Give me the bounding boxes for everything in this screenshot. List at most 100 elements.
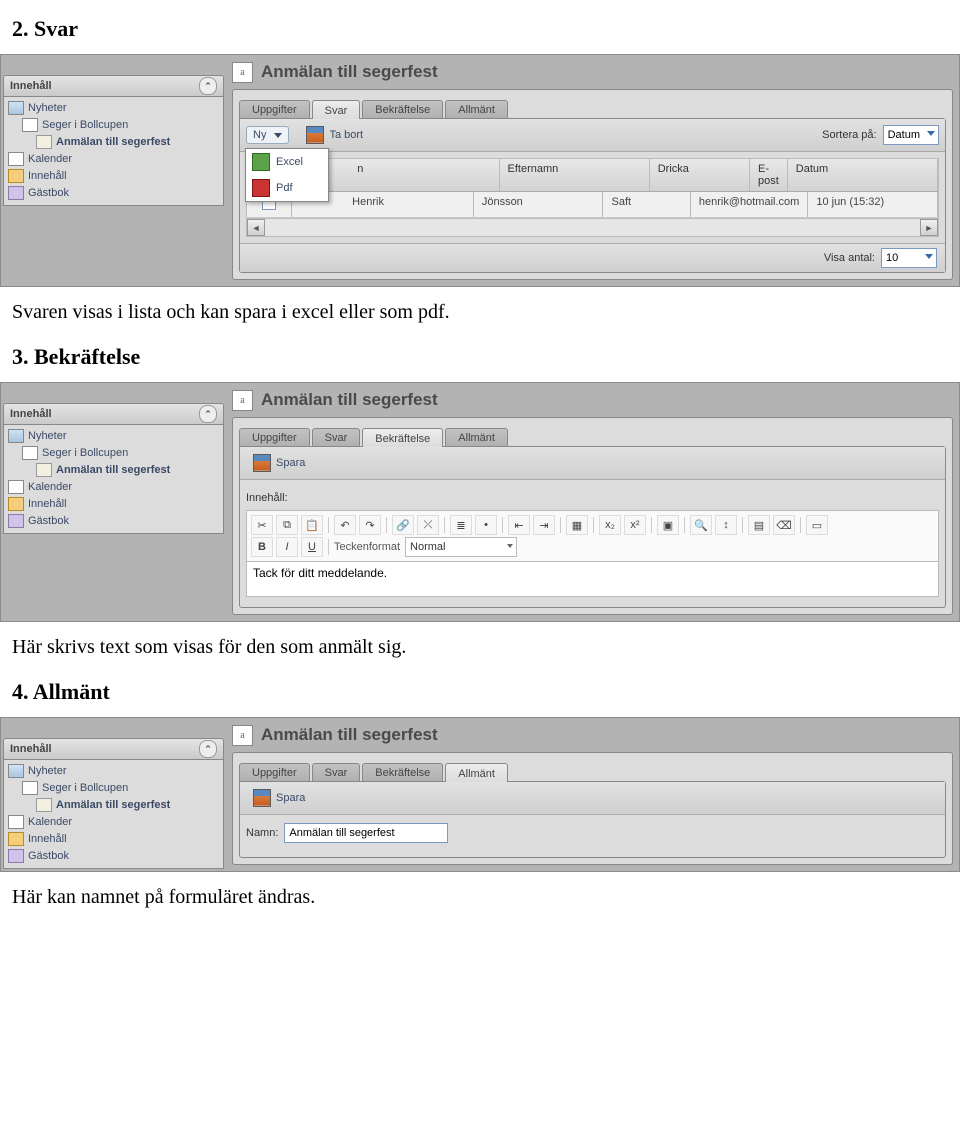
tree-item-innehall[interactable]: Innehåll (8, 495, 219, 512)
tree-item-nyheter[interactable]: Nyheter (8, 99, 219, 116)
tab-uppgifter[interactable]: Uppgifter (239, 428, 310, 446)
scroll-right-icon[interactable]: ► (920, 219, 938, 236)
sidebar-header[interactable]: Innehåll ⌃ (3, 75, 224, 97)
main-area: a Anmälan till segerfest Uppgifter Svar … (226, 55, 959, 286)
copy-icon[interactable]: ⧉ (276, 515, 298, 535)
paste-icon[interactable]: 📋 (301, 515, 323, 535)
dropdown-excel[interactable]: Excel (246, 149, 328, 175)
col-dricka[interactable]: Dricka (650, 159, 750, 191)
tab-svar[interactable]: Svar (312, 100, 361, 119)
tab-bekraftelse[interactable]: Bekräftelse (362, 428, 443, 447)
calendar-icon (8, 815, 24, 829)
tab-allmant[interactable]: Allmänt (445, 100, 508, 118)
col-epost[interactable]: E-post (750, 159, 788, 191)
ordered-list-icon[interactable]: ≣ (450, 515, 472, 535)
tree-item-kalender[interactable]: Kalender (8, 813, 219, 830)
sort-select[interactable]: Datum (883, 125, 939, 145)
cut-icon[interactable]: ✂ (251, 515, 273, 535)
save-button[interactable]: Spara (246, 786, 312, 810)
paragraph-allmant: Här kan namnet på formuläret ändras. (12, 886, 948, 909)
chevron-up-icon[interactable]: ⌃ (199, 405, 217, 423)
paragraph-svar: Svaren visas i lista och kan spara i exc… (12, 301, 948, 324)
name-input[interactable]: Anmälan till segerfest (284, 823, 448, 843)
tree-item-seger[interactable]: Seger i Bollcupen (8, 779, 219, 796)
sidebar-header[interactable]: Innehåll ⌃ (3, 403, 224, 425)
tree-item-anmalan[interactable]: Anmälan till segerfest (8, 796, 219, 813)
tab-allmant[interactable]: Allmänt (445, 763, 508, 782)
tree-item-anmalan[interactable]: Anmälan till segerfest (8, 461, 219, 478)
col-datum[interactable]: Datum (788, 159, 938, 191)
tree-item-gastbok[interactable]: Gästbok (8, 512, 219, 529)
cell-epost: henrik@hotmail.com (691, 192, 808, 217)
tree-item-innehall[interactable]: Innehåll (8, 167, 219, 184)
tree-item-kalender[interactable]: Kalender (8, 478, 219, 495)
col-lastname[interactable]: Efternamn (500, 159, 650, 191)
redo-icon[interactable]: ↷ (359, 515, 381, 535)
scroll-left-icon[interactable]: ◄ (247, 219, 265, 236)
richtext-toolbar: ✂ ⧉ 📋 ↶ ↷ 🔗 ⤫ ≣ • (246, 510, 939, 562)
tree-item-anmalan[interactable]: Anmälan till segerfest (8, 133, 219, 150)
underline-button[interactable]: U (301, 537, 323, 557)
chevron-up-icon[interactable]: ⌃ (199, 77, 217, 95)
grid-footer: Visa antal: 10 (240, 243, 945, 272)
tab-uppgifter[interactable]: Uppgifter (239, 763, 310, 781)
tree-item-seger[interactable]: Seger i Bollcupen (8, 444, 219, 461)
tab-svar[interactable]: Svar (312, 763, 361, 781)
file-icon (22, 446, 38, 460)
tree-item-gastbok[interactable]: Gästbok (8, 184, 219, 201)
sidebar-tree: Nyheter Seger i Bollcupen Anmälan till s… (3, 97, 224, 206)
undo-icon[interactable]: ↶ (334, 515, 356, 535)
richtext-area[interactable]: Tack för ditt meddelande. (246, 562, 939, 597)
form-icon (36, 135, 52, 149)
replace-icon[interactable]: ↕ (715, 515, 737, 535)
sidebar-header[interactable]: Innehåll ⌃ (3, 738, 224, 760)
tree-item-seger[interactable]: Seger i Bollcupen (8, 116, 219, 133)
delete-button[interactable]: Ta bort (299, 123, 370, 147)
page-size-label: Visa antal: (824, 252, 875, 264)
name-label: Namn: (246, 827, 278, 839)
folder-icon (8, 169, 24, 183)
tab-bekraftelse[interactable]: Bekräftelse (362, 100, 443, 118)
tree-item-nyheter[interactable]: Nyheter (8, 427, 219, 444)
tab-svar[interactable]: Svar (312, 428, 361, 446)
select-all-icon[interactable]: ▤ (748, 515, 770, 535)
table-row[interactable]: Henrik Jönsson Saft henrik@hotmail.com 1… (247, 192, 938, 218)
indent-icon[interactable]: ⇥ (533, 515, 555, 535)
unordered-list-icon[interactable]: • (475, 515, 497, 535)
form-type-icon: a (232, 725, 253, 746)
tree-item-gastbok[interactable]: Gästbok (8, 847, 219, 864)
outdent-icon[interactable]: ⇤ (508, 515, 530, 535)
tree-item-nyheter[interactable]: Nyheter (8, 762, 219, 779)
fullscreen-icon[interactable]: ▭ (806, 515, 828, 535)
disk-icon (306, 126, 324, 144)
find-icon[interactable]: 🔍 (690, 515, 712, 535)
subscript-icon[interactable]: x₂ (599, 515, 621, 535)
unlink-icon[interactable]: ⤫ (417, 515, 439, 535)
dropdown-pdf[interactable]: Pdf (246, 175, 328, 201)
file-icon (22, 781, 38, 795)
italic-button[interactable]: I (276, 537, 298, 557)
tab-uppgifter[interactable]: Uppgifter (239, 100, 310, 118)
format-select[interactable]: Normal (405, 537, 517, 557)
folder-icon (8, 832, 24, 846)
link-icon[interactable]: 🔗 (392, 515, 414, 535)
new-dropdown: Excel Pdf (245, 148, 329, 202)
tree-item-innehall[interactable]: Innehåll (8, 830, 219, 847)
save-button[interactable]: Spara (246, 451, 312, 475)
remove-format-icon[interactable]: ⌫ (773, 515, 795, 535)
table-icon[interactable]: ▦ (566, 515, 588, 535)
tree-item-kalender[interactable]: Kalender (8, 150, 219, 167)
new-button[interactable]: Ny (246, 126, 289, 144)
image-icon[interactable]: ▣ (657, 515, 679, 535)
page-size-select[interactable]: 10 (881, 248, 937, 268)
tab-bekraftelse[interactable]: Bekräftelse (362, 763, 443, 781)
form-type-icon: a (232, 62, 253, 83)
superscript-icon[interactable]: x² (624, 515, 646, 535)
sort-label: Sortera på: (822, 129, 876, 141)
horizontal-scrollbar[interactable]: ◄ ► (247, 218, 938, 236)
book-icon (8, 186, 24, 200)
tab-allmant[interactable]: Allmänt (445, 428, 508, 446)
chevron-up-icon[interactable]: ⌃ (199, 740, 217, 758)
form-icon (36, 463, 52, 477)
bold-button[interactable]: B (251, 537, 273, 557)
